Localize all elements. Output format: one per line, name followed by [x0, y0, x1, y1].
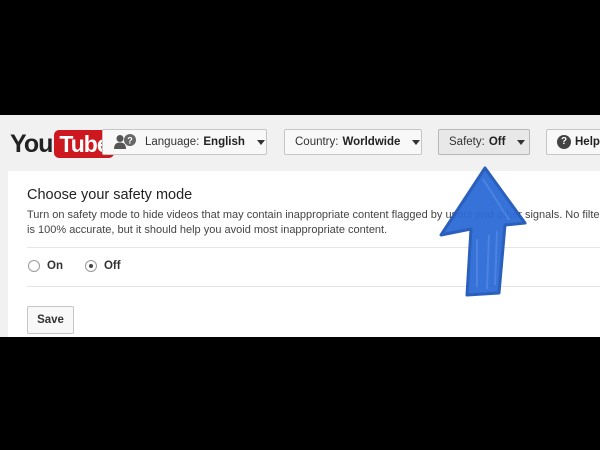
chevron-down-icon — [256, 139, 265, 145]
chevron-down-icon — [517, 139, 526, 145]
svg-text:?: ? — [127, 136, 133, 146]
radio-on-label: On — [47, 260, 63, 272]
footer-controls-bar: You Tube ? Language: English Country: Wo… — [0, 115, 600, 171]
people-icon: ? — [113, 134, 137, 150]
language-value: English — [203, 136, 245, 148]
letterbox-bottom — [0, 337, 600, 450]
panel-title: Choose your safety mode — [27, 187, 193, 203]
country-label: Country: — [295, 136, 339, 148]
help-button[interactable]: ? Help — [546, 129, 600, 155]
radio-off-label: Off — [103, 260, 121, 272]
radio-option-on[interactable]: On — [28, 260, 63, 272]
youtube-logo[interactable]: You Tube — [10, 129, 114, 159]
logo-you-text: You — [10, 129, 53, 158]
language-label: Language: — [145, 136, 200, 148]
question-icon: ? — [557, 135, 571, 149]
safety-value: Off — [488, 136, 506, 148]
help-label: Help — [575, 136, 600, 148]
chevron-down-icon — [412, 139, 421, 145]
letterbox-top — [0, 0, 600, 115]
country-button[interactable]: Country: Worldwide — [284, 129, 422, 155]
annotation-arrow-up-icon — [439, 166, 527, 297]
safety-label: Safety: — [449, 136, 485, 148]
radio-option-off[interactable]: Off — [84, 260, 121, 272]
safety-button[interactable]: Safety: Off — [438, 129, 530, 155]
safety-radio-group: On Off — [28, 260, 143, 272]
language-button[interactable]: ? Language: English — [102, 129, 267, 155]
save-button[interactable]: Save — [27, 306, 74, 334]
country-value: Worldwide — [342, 136, 401, 148]
radio-on[interactable] — [28, 260, 40, 272]
radio-off[interactable] — [84, 260, 97, 272]
